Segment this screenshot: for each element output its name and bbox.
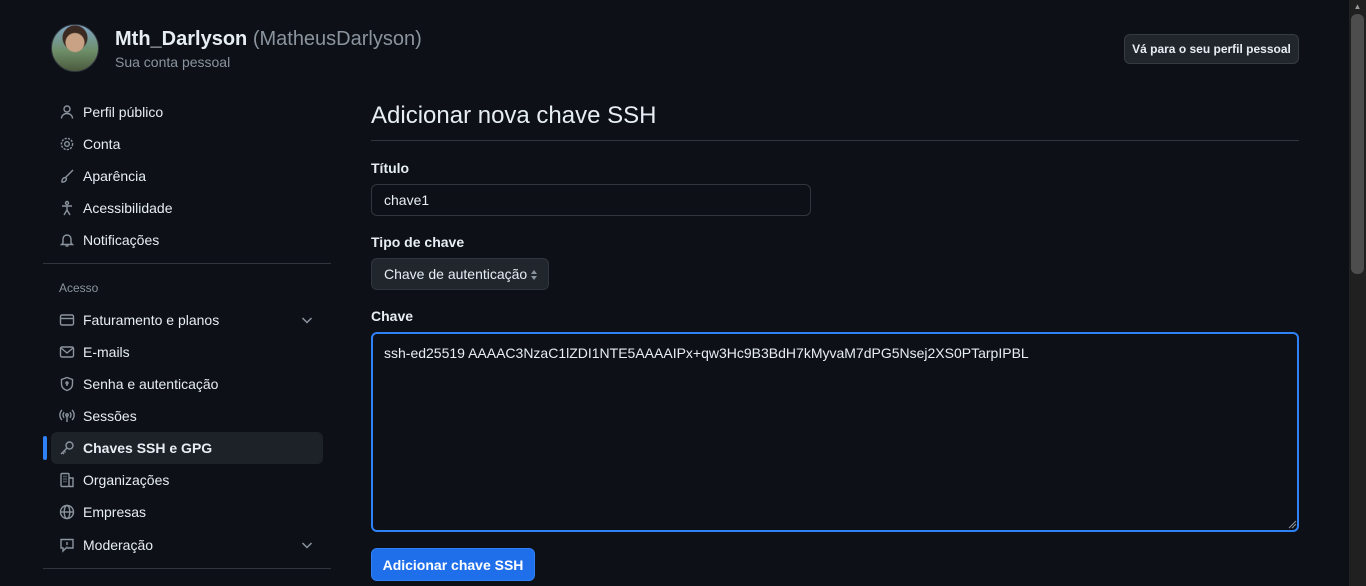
sidebar-item-ssh-gpg-keys[interactable]: Chaves SSH e GPG	[51, 432, 323, 464]
key-type-value: Chave de autenticação	[384, 266, 528, 282]
scrollbar-thumb[interactable]	[1351, 14, 1364, 274]
sidebar-item-label: Notificações	[83, 232, 160, 248]
sidebar-item-label: Perfil público	[83, 104, 164, 120]
scroll-up-arrow-icon[interactable]: ▲	[1351, 2, 1364, 12]
sidebar-item-label: Moderação	[83, 537, 154, 553]
sidebar-item-label: Chaves SSH e GPG	[83, 440, 213, 456]
sidebar-item-password-auth[interactable]: Senha e autenticação	[51, 368, 323, 400]
broadcast-icon	[59, 408, 75, 424]
active-indicator	[43, 436, 47, 460]
key-textarea[interactable]: ssh-ed25519 AAAAC3NzaC1lZDI1NTE5AAAAIPx+…	[371, 332, 1299, 532]
sidebar-item-billing[interactable]: Faturamento e planos	[51, 304, 323, 336]
sidebar-item-label: Conta	[83, 136, 121, 152]
bell-icon	[59, 232, 75, 248]
sidebar-item-sessions[interactable]: Sessões	[51, 400, 323, 432]
sidebar-item-moderation[interactable]: Moderação	[51, 529, 323, 561]
sidebar-item-account[interactable]: Conta	[51, 128, 323, 160]
go-to-profile-button[interactable]: Vá para o seu perfil pessoal	[1124, 34, 1299, 64]
mail-icon	[59, 344, 75, 360]
sidebar-divider	[43, 568, 331, 569]
username: Mth_Darlyson	[115, 28, 248, 50]
sidebar-section-heading: Acesso	[59, 281, 99, 295]
credit-card-icon	[59, 312, 75, 328]
organization-icon	[59, 472, 75, 488]
sidebar-item-label: Senha e autenticação	[83, 376, 219, 392]
chevron-down-icon[interactable]	[299, 537, 315, 553]
sidebar-item-enterprises[interactable]: Empresas	[51, 496, 323, 528]
sidebar-item-label: Sessões	[83, 408, 137, 424]
chevron-down-icon[interactable]	[299, 312, 315, 328]
sidebar-item-appearance[interactable]: Aparência	[51, 160, 323, 192]
shield-lock-icon	[59, 376, 75, 392]
paintbrush-icon	[59, 168, 75, 184]
sidebar-item-label: E-mails	[83, 344, 130, 360]
resize-grip-icon[interactable]	[1287, 519, 1297, 529]
sidebar-item-label: Acessibilidade	[83, 200, 173, 216]
sidebar-item-public-profile[interactable]: Perfil público	[51, 96, 323, 128]
sidebar-item-emails[interactable]: E-mails	[51, 336, 323, 368]
accessibility-icon	[59, 200, 75, 216]
title-field-label: Título	[371, 160, 410, 176]
sidebar-divider	[43, 263, 331, 264]
sidebar-item-label: Organizações	[83, 472, 170, 488]
sidebar-item-label: Faturamento e planos	[83, 312, 220, 328]
key-type-label: Tipo de chave	[371, 234, 465, 250]
select-caret-icon	[528, 267, 540, 283]
person-icon	[59, 104, 75, 120]
add-ssh-key-button[interactable]: Adicionar chave SSH	[371, 548, 535, 581]
key-field-label: Chave	[371, 308, 414, 324]
report-icon	[59, 537, 75, 553]
sidebar-item-label: Empresas	[83, 504, 147, 520]
key-icon	[59, 440, 75, 456]
sidebar-item-accessibility[interactable]: Acessibilidade	[51, 192, 323, 224]
sidebar-item-notifications[interactable]: Notificações	[51, 224, 323, 256]
gear-icon	[59, 136, 75, 152]
account-name: Mth_Darlyson (MatheusDarlyson)	[115, 28, 422, 51]
page-title: Adicionar nova chave SSH	[371, 102, 657, 129]
account-subtitle: Sua conta pessoal	[115, 54, 231, 70]
sidebar-item-organizations[interactable]: Organizações	[51, 464, 323, 496]
avatar[interactable]	[51, 24, 99, 72]
globe-icon	[59, 504, 75, 520]
title-input[interactable]	[371, 184, 811, 216]
key-type-select[interactable]: Chave de autenticação	[371, 258, 549, 290]
sidebar-item-label: Aparência	[83, 168, 147, 184]
title-divider	[371, 140, 1299, 141]
user-handle: (MatheusDarlyson)	[252, 28, 422, 50]
